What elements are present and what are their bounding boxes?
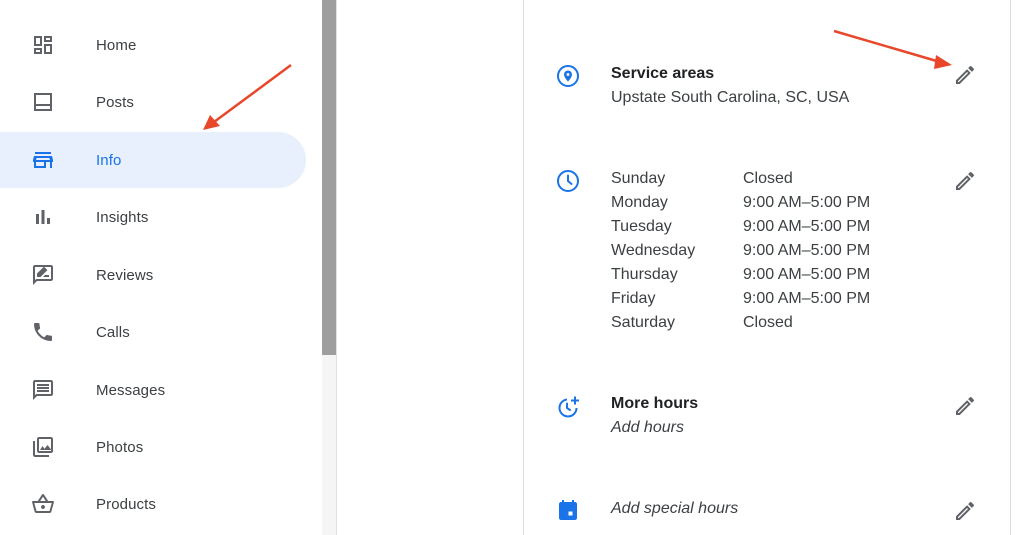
service-areas-title: Service areas <box>611 65 715 82</box>
more-hours-title: More hours <box>611 395 699 412</box>
service-areas-value: Upstate South Carolina, SC, USA <box>611 89 850 106</box>
hours-day: Monday <box>611 194 668 211</box>
edit-service-areas-pencil-icon[interactable] <box>953 63 977 87</box>
sidebar-scrollbar-thumb[interactable] <box>322 0 336 355</box>
hours-time: 9:00 AM–5:00 PM <box>743 266 871 283</box>
hours-day: Friday <box>611 290 656 307</box>
hours-day: Tuesday <box>611 218 672 235</box>
sidebar-item-label: Calls <box>96 323 130 341</box>
hours-row: Sunday Closed <box>611 167 870 191</box>
hours-row: Thursday 9:00 AM–5:00 PM <box>611 263 870 287</box>
dashboard-icon <box>34 36 52 54</box>
sidebar-item-messages[interactable]: Messages <box>0 362 306 418</box>
photo-library-icon <box>33 437 53 457</box>
sidebar-item-label: Products <box>96 495 156 513</box>
hours-time: 9:00 AM–5:00 PM <box>743 194 871 211</box>
storefront-icon <box>33 152 53 168</box>
sidebar-item-photos[interactable]: Photos <box>0 419 306 475</box>
sidebar-item-products[interactable]: Products <box>0 476 306 532</box>
posts-icon <box>34 93 52 111</box>
hours-table: Sunday Closed Monday 9:00 AM–5:00 PM Tuesd… <box>611 167 870 335</box>
shopping-basket-icon <box>32 493 54 513</box>
sidebar-item-label: Messages <box>96 381 166 399</box>
message-icon <box>33 380 53 400</box>
hours-day: Sunday <box>611 170 666 187</box>
sidebar-item-label: Home <box>96 36 137 54</box>
hours-row: Saturday Closed <box>611 311 870 335</box>
sidebar-item-label: Info <box>96 151 122 169</box>
calendar-icon <box>559 500 577 520</box>
hours-day: Saturday <box>611 314 676 331</box>
card-border-left <box>523 0 524 535</box>
hours-row: Monday 9:00 AM–5:00 PM <box>611 191 870 215</box>
sidebar-item-label: Reviews <box>96 266 154 284</box>
hours-day: Wednesday <box>611 242 696 259</box>
hours-time: Closed <box>743 314 793 331</box>
sidebar-item-label: Photos <box>96 438 144 456</box>
bar-chart-icon <box>36 210 50 224</box>
add-hours-link[interactable]: Add hours <box>611 419 684 437</box>
edit-more-hours-pencil-icon[interactable] <box>953 394 977 418</box>
hours-time: 9:00 AM–5:00 PM <box>743 290 871 307</box>
sidebar-item-insights[interactable]: Insights <box>0 189 306 245</box>
hours-row: Wednesday 9:00 AM–5:00 PM <box>611 239 870 263</box>
clock-icon <box>557 170 579 192</box>
sidebar-item-label: Posts <box>96 93 135 111</box>
hours-time: 9:00 AM–5:00 PM <box>743 218 871 235</box>
sidebar-item-calls[interactable]: Calls <box>0 304 306 360</box>
hours-day: Thursday <box>611 266 678 283</box>
edit-hours-pencil-icon[interactable] <box>953 169 977 193</box>
sidebar-item-home[interactable]: Home <box>0 17 306 73</box>
phone-icon <box>34 323 52 341</box>
arrow-to-edit-annotation <box>833 29 952 69</box>
more-time-icon <box>558 396 579 418</box>
edit-special-hours-pencil-icon[interactable] <box>953 499 977 523</box>
sidebar-item-info[interactable]: Info <box>0 132 306 188</box>
sidebar-item-label: Insights <box>96 208 149 226</box>
rate-review-icon <box>33 265 53 285</box>
hours-row: Tuesday 9:00 AM–5:00 PM <box>611 215 870 239</box>
hours-time: Closed <box>743 170 793 187</box>
location-pin-icon <box>557 65 579 87</box>
sidebar-item-posts[interactable]: Posts <box>0 74 306 130</box>
hours-time: 9:00 AM–5:00 PM <box>743 242 871 259</box>
card-border-right <box>1010 0 1011 535</box>
sidebar-item-reviews[interactable]: Reviews <box>0 247 306 303</box>
sidebar-nav: Home Posts Info Insights Reviews Calls M… <box>0 0 322 535</box>
add-special-hours-link[interactable]: Add special hours <box>611 500 738 518</box>
hours-row: Friday 9:00 AM–5:00 PM <box>611 287 870 311</box>
